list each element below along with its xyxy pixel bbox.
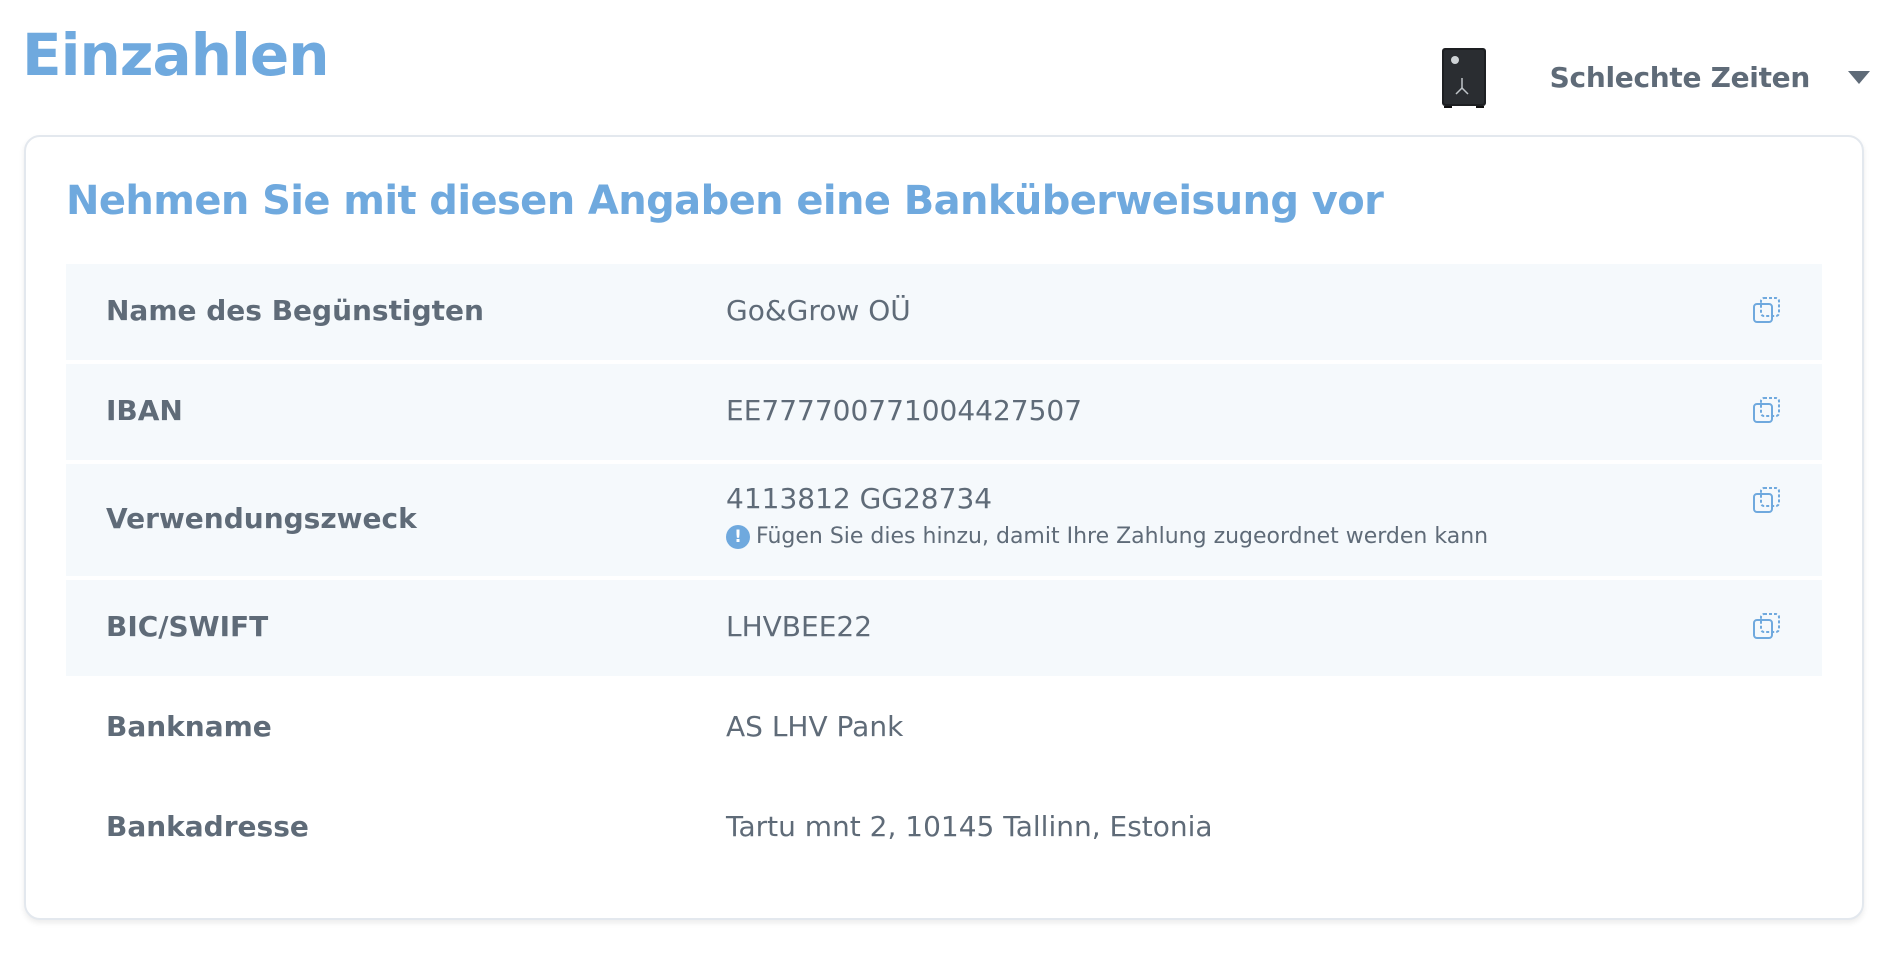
reference-hint-text: Fügen Sie dies hinzu, damit Ihre Zahlung…	[756, 524, 1489, 549]
copy-icon[interactable]	[1752, 486, 1782, 516]
detail-value: LHVBEE22	[726, 610, 873, 643]
detail-row-reference: Verwendungszweck 4113812 GG28734 ! Fügen…	[66, 464, 1822, 576]
detail-value: Tartu mnt 2, 10145 Tallinn, Estonia	[726, 810, 1213, 843]
copy-icon[interactable]	[1752, 296, 1782, 326]
detail-label: BIC/SWIFT	[106, 610, 269, 643]
detail-row-iban: IBAN EE777700771004427507	[66, 364, 1822, 460]
account-name[interactable]: Schlechte Zeiten	[1550, 61, 1811, 94]
bank-details-list: Name des Begünstigten Go&Grow OÜ IBAN EE…	[66, 264, 1822, 880]
detail-label: IBAN	[106, 394, 183, 427]
card-title: Nehmen Sie mit diesen Angaben eine Bankü…	[66, 178, 1384, 224]
detail-label: Verwendungszweck	[106, 502, 417, 535]
copy-icon[interactable]	[1752, 396, 1782, 426]
copy-icon[interactable]	[1752, 612, 1782, 642]
detail-row-beneficiary: Name des Begünstigten Go&Grow OÜ	[66, 264, 1822, 360]
detail-value: AS LHV Pank	[726, 710, 904, 743]
detail-label: Bankname	[106, 710, 272, 743]
detail-row-bank-address: Bankadresse Tartu mnt 2, 10145 Tallinn, …	[66, 780, 1822, 876]
info-icon: !	[726, 524, 750, 549]
detail-label: Bankadresse	[106, 810, 309, 843]
reference-hint: ! Fügen Sie dies hinzu, damit Ihre Zahlu…	[726, 524, 1488, 549]
detail-value: Go&Grow OÜ	[726, 294, 911, 327]
bank-transfer-card: Nehmen Sie mit diesen Angaben eine Bankü…	[24, 135, 1864, 920]
detail-value: EE777700771004427507	[726, 394, 1083, 427]
chevron-down-icon[interactable]	[1848, 70, 1870, 84]
detail-value: 4113812 GG28734	[726, 482, 993, 515]
account-switcher[interactable]: Schlechte Zeiten	[1438, 42, 1870, 112]
detail-row-bic: BIC/SWIFT LHVBEE22	[66, 580, 1822, 676]
detail-label: Name des Begünstigten	[106, 294, 484, 327]
page-title: Einzahlen	[22, 21, 329, 89]
detail-row-bank-name: Bankname AS LHV Pank	[66, 680, 1822, 776]
page-header: Einzahlen Schlechte Zeiten	[0, 0, 1892, 130]
safe-icon	[1441, 48, 1486, 108]
